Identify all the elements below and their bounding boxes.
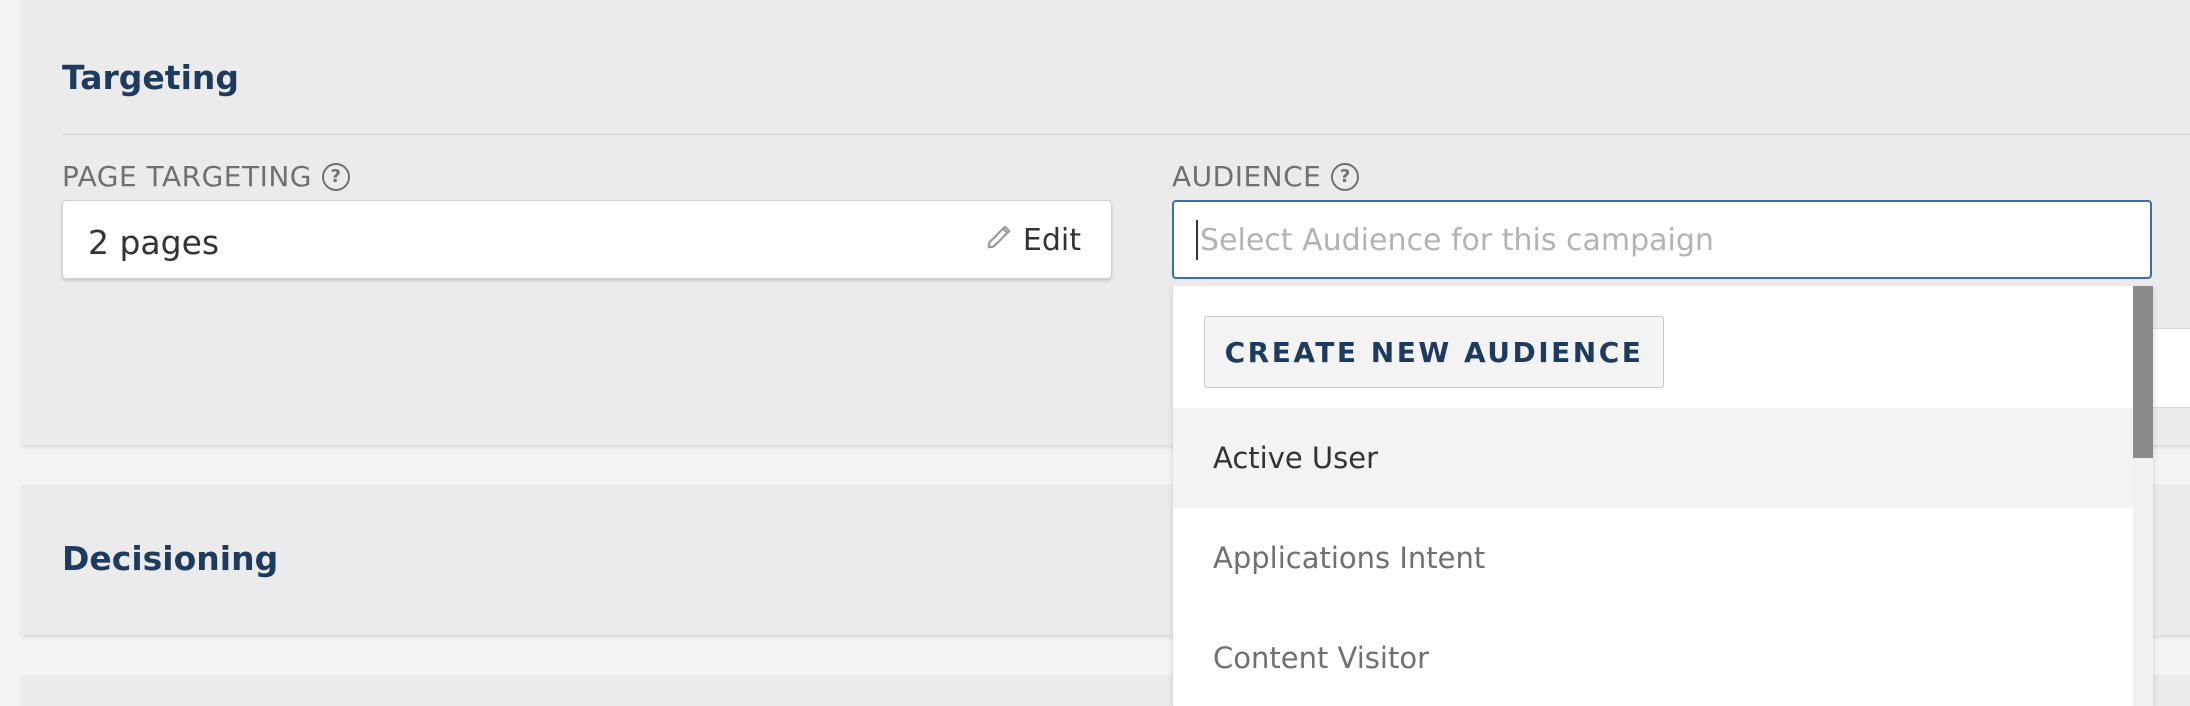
page-targeting-label-text: PAGE TARGETING xyxy=(62,160,312,193)
divider xyxy=(62,134,2190,135)
help-icon[interactable]: ? xyxy=(321,162,350,191)
page-targeting-label: PAGE TARGETING ? xyxy=(62,160,350,193)
page: Targeting PAGE TARGETING ? 2 pages Edit … xyxy=(0,0,2190,706)
audience-dropdown: CREATE NEW AUDIENCE Active User Applicat… xyxy=(1173,286,2153,706)
decisioning-title: Decisioning xyxy=(62,539,279,578)
edit-label: Edit xyxy=(1022,222,1081,258)
audience-label: AUDIENCE ? xyxy=(1172,160,1360,193)
pencil-icon xyxy=(985,221,1015,259)
underlying-field xyxy=(2147,328,2190,408)
targeting-title: Targeting xyxy=(62,58,240,97)
help-icon[interactable]: ? xyxy=(1331,162,1360,191)
dropdown-scrollbar[interactable] xyxy=(2133,286,2153,706)
audience-option[interactable]: Content Visitor xyxy=(1173,608,2133,706)
audience-option[interactable]: Applications Intent xyxy=(1173,508,2133,608)
audience-search-input[interactable] xyxy=(1196,220,2136,260)
edit-button[interactable]: Edit xyxy=(985,221,1081,259)
page-targeting-value: 2 pages xyxy=(88,223,220,262)
scrollbar-thumb[interactable] xyxy=(2133,286,2153,458)
create-new-audience-button[interactable]: CREATE NEW AUDIENCE xyxy=(1204,316,1664,388)
page-targeting-field[interactable]: 2 pages Edit xyxy=(62,200,1112,279)
audience-option[interactable]: Active User xyxy=(1173,408,2133,508)
audience-select[interactable] xyxy=(1172,200,2152,279)
audience-label-text: AUDIENCE xyxy=(1172,160,1322,193)
